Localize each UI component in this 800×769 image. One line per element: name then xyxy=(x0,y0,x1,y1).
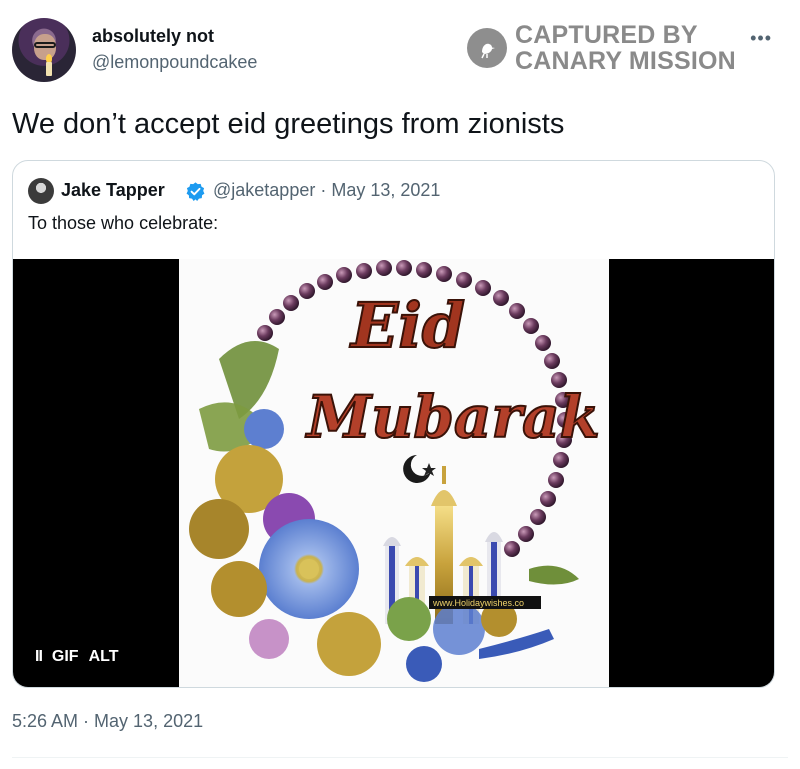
avatar-glasses xyxy=(34,42,56,48)
eid-title-line2: Mubarak xyxy=(305,383,600,451)
alt-text-button[interactable]: ALT xyxy=(89,648,119,666)
canary-logo-icon xyxy=(467,28,507,68)
eid-title-line1: Eid xyxy=(349,289,465,362)
quoted-handle-date[interactable]: @jaketapper · May 13, 2021 xyxy=(213,180,440,201)
gif-media[interactable]: Eid Mubarak www.Holidaywishes.co II GIF … xyxy=(13,259,774,687)
pause-button[interactable]: II xyxy=(35,648,43,666)
eid-mubarak-illustration: Eid Mubarak www.Holidaywishes.co xyxy=(189,260,601,682)
quoted-tweet[interactable]: Jake Tapper @jaketapper · May 13, 2021 T… xyxy=(12,160,775,688)
verified-badge-icon xyxy=(186,182,205,201)
quoted-author-avatar[interactable] xyxy=(28,178,54,204)
author-display-name[interactable]: absolutely not xyxy=(92,26,214,47)
quoted-author-name[interactable]: Jake Tapper xyxy=(61,180,165,201)
gif-controls: II GIF ALT xyxy=(35,648,118,666)
author-handle[interactable]: @lemonpoundcakee xyxy=(92,52,257,73)
tweet-header: absolutely not @lemonpoundcakee CAPTURED… xyxy=(12,18,788,88)
eid-mubarak-gif[interactable]: Eid Mubarak www.Holidaywishes.co xyxy=(179,259,609,687)
author-avatar[interactable] xyxy=(12,18,76,82)
divider xyxy=(12,757,788,758)
avatar-candle xyxy=(46,62,52,76)
watermark-text: CAPTURED BY CANARY MISSION xyxy=(515,22,736,74)
gif-site-credit: www.Holidaywishes.co xyxy=(432,598,524,608)
watermark-line1: CAPTURED BY xyxy=(515,21,698,49)
quoted-tweet-text: To those who celebrate: xyxy=(28,213,219,233)
eid-text: Eid Mubarak xyxy=(304,288,601,452)
watermark-line2: CANARY MISSION xyxy=(515,47,736,75)
tweet-text: We don’t accept eid greetings from zioni… xyxy=(12,108,565,140)
tweet-timestamp[interactable]: 5:26 AM · May 13, 2021 xyxy=(12,711,203,732)
gif-badge: GIF xyxy=(51,648,79,665)
canary-mission-watermark: CAPTURED BY CANARY MISSION xyxy=(467,22,767,78)
more-options-icon[interactable]: ••• xyxy=(750,28,772,49)
